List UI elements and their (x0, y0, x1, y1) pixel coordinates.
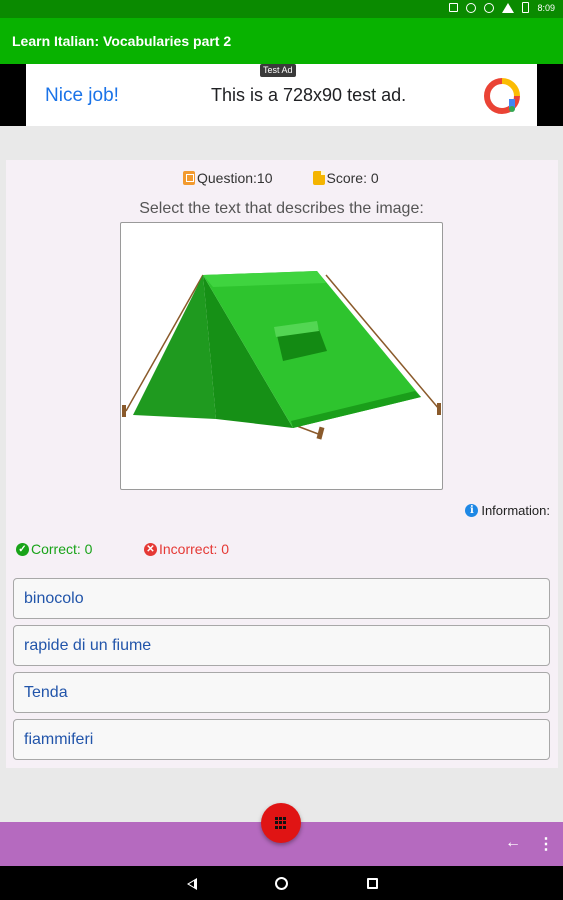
info-icon[interactable]: i (465, 504, 479, 517)
ad-logo-icon[interactable] (483, 77, 521, 115)
check-circle-icon: ✓ (16, 542, 29, 556)
app-title: Learn Italian: Vocabularies part 2 (12, 33, 232, 49)
incorrect-label: Incorrect: 0 (159, 541, 230, 557)
bluetooth-icon (466, 2, 477, 13)
cross-circle-icon: ✕ (144, 542, 157, 556)
correct-label: Correct: 0 (31, 541, 93, 557)
answer-option[interactable]: fiammiferi (13, 719, 550, 760)
correct-counter: ✓ Correct: 0 (16, 541, 92, 557)
answer-option[interactable]: Tenda (13, 672, 550, 713)
answer-option[interactable]: binocolo (13, 578, 550, 619)
score-counter: Score: 0 (312, 170, 379, 186)
status-icons: 8:09 (449, 2, 555, 13)
ad-headline[interactable]: Nice job! (45, 85, 119, 107)
app-bar: Learn Italian: Vocabularies part 2 (0, 18, 563, 64)
quiz-prompt: Select the text that describes the image… (139, 200, 424, 217)
nav-home-icon[interactable] (275, 877, 288, 890)
quiz-image (120, 222, 443, 490)
grid-icon (275, 817, 287, 829)
incorrect-counter: ✕ Incorrect: 0 (144, 541, 229, 557)
quiz-stats: Question:10 Score: 0 (183, 170, 379, 186)
nav-recents-icon[interactable] (367, 878, 378, 889)
answer-option[interactable]: rapide di un fiume (13, 625, 550, 666)
information-label[interactable]: Information: (481, 503, 550, 518)
back-arrow-icon[interactable]: ← (505, 834, 521, 852)
tent-image (122, 271, 441, 440)
status-time: 8:09 (537, 2, 555, 13)
score-icon (312, 171, 325, 185)
score-label: Score: 0 (326, 170, 379, 186)
question-label: Question:10 (197, 170, 273, 186)
ad-label: Test Ad (260, 64, 296, 77)
notification-icon (449, 3, 459, 12)
data-saver-icon (484, 2, 495, 13)
information-button[interactable]: i Information: (465, 503, 550, 518)
battery-icon (522, 2, 530, 13)
question-icon (183, 171, 195, 185)
question-counter: Question:10 (183, 170, 273, 186)
wifi-icon (502, 2, 515, 13)
ad-text[interactable]: This is a 728x90 test ad. (211, 85, 406, 106)
more-vert-icon[interactable]: ⋮ (538, 834, 554, 854)
menu-fab-button[interactable] (261, 803, 301, 843)
status-bar: 8:09 (0, 0, 563, 18)
nav-back-icon[interactable] (187, 878, 197, 890)
